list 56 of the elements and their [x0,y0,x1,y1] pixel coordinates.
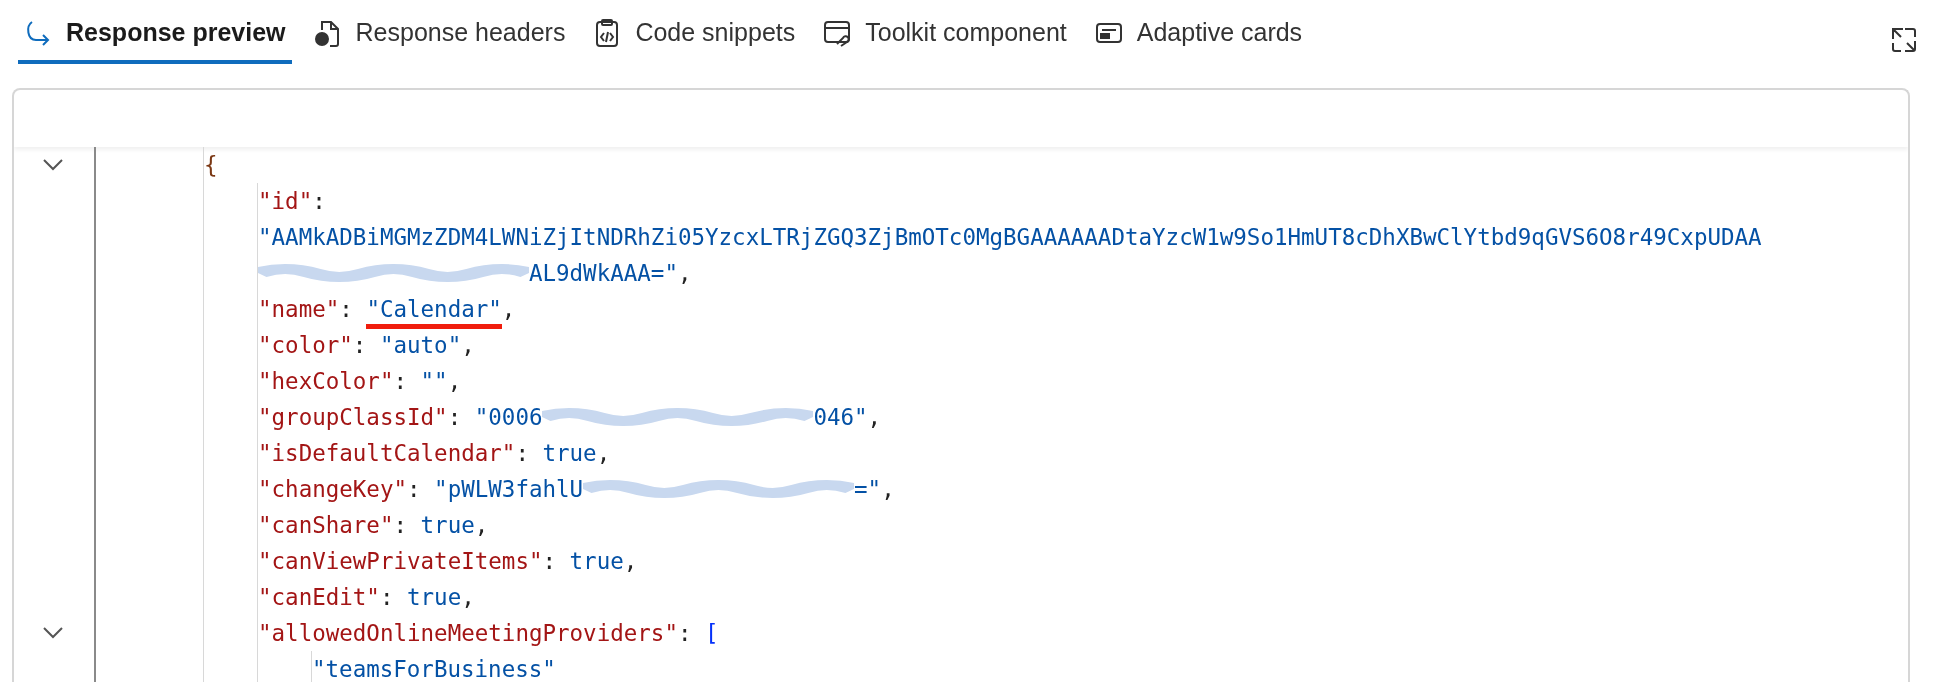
punctuation: , [461,583,475,612]
json-string: "auto" [379,331,462,360]
punctuation: : [542,547,558,576]
json-key: "color" [258,327,353,363]
collapse-chevron-icon[interactable] [42,158,64,172]
punctuation: : [393,367,408,396]
punctuation: : [447,403,463,432]
punctuation: : [407,475,422,504]
json-value: true [420,511,475,540]
json-string: "AAMkADBiMGMzZDM4LWNiZjItNDRhZi05YzcxLTRjZGQ3ZjBmOTc0MgBGAAAAAADtaYzcW1w9So1HmUT8cDhXBwClYtbd9qGVS6O8r49CxpUDAA [258,223,1762,252]
json-key: "id" [258,183,313,219]
punctuation: , [461,331,475,360]
json-key: "changeKey" [258,471,407,507]
json-string: "teamsForBusiness" [312,655,556,682]
tab[interactable]: Adaptive cards [1088,0,1309,64]
collapse-chevron-icon[interactable] [42,626,64,640]
json-key: "canShare" [258,507,394,543]
json-key: "isDefaultCalendar" [258,435,516,471]
punctuation: , [474,511,489,540]
punctuation: : [393,511,408,540]
tab[interactable]: Response preview [18,0,292,64]
tab[interactable]: Toolkit component [817,0,1073,64]
bracket: [ [705,619,719,648]
punctuation: : [379,583,395,612]
punctuation: , [501,295,516,324]
json-key: "name" [258,291,340,327]
punctuation: , [623,547,638,576]
json-key: "groupClassId" [258,399,448,435]
punctuation: , [677,259,692,288]
punctuation: : [352,331,368,360]
punctuation: : [677,619,693,648]
json-key: "canEdit" [258,579,380,615]
punctuation: , [867,403,882,432]
punctuation: : [312,187,326,216]
json-string: AL9dWkAAA=" [528,259,678,288]
json-key: "allowedOnlineMeetingProviders" [258,615,678,651]
json-string: "0006 [474,403,543,432]
expand-icon [1890,26,1918,54]
json-value: true [569,547,624,576]
json-key: "canViewPrivateItems" [258,543,543,579]
json-string: "" [420,367,448,396]
json-key: "hexColor" [258,363,394,399]
json-string: 046" [813,403,868,432]
json-string: "Calendar" [366,296,502,322]
punctuation: , [596,439,611,468]
tab[interactable]: Response headers [307,0,572,64]
json-value: true [542,439,597,468]
punctuation: , [447,367,462,396]
tab[interactable]: Code snippets [587,0,802,64]
punctuation: , [881,475,895,504]
brace: { [204,151,218,180]
json-value: true [407,583,462,612]
punctuation: : [515,439,530,468]
json-string: "pWLW3fahlU [434,475,584,504]
json-string: =" [854,475,882,504]
punctuation: : [339,295,354,324]
